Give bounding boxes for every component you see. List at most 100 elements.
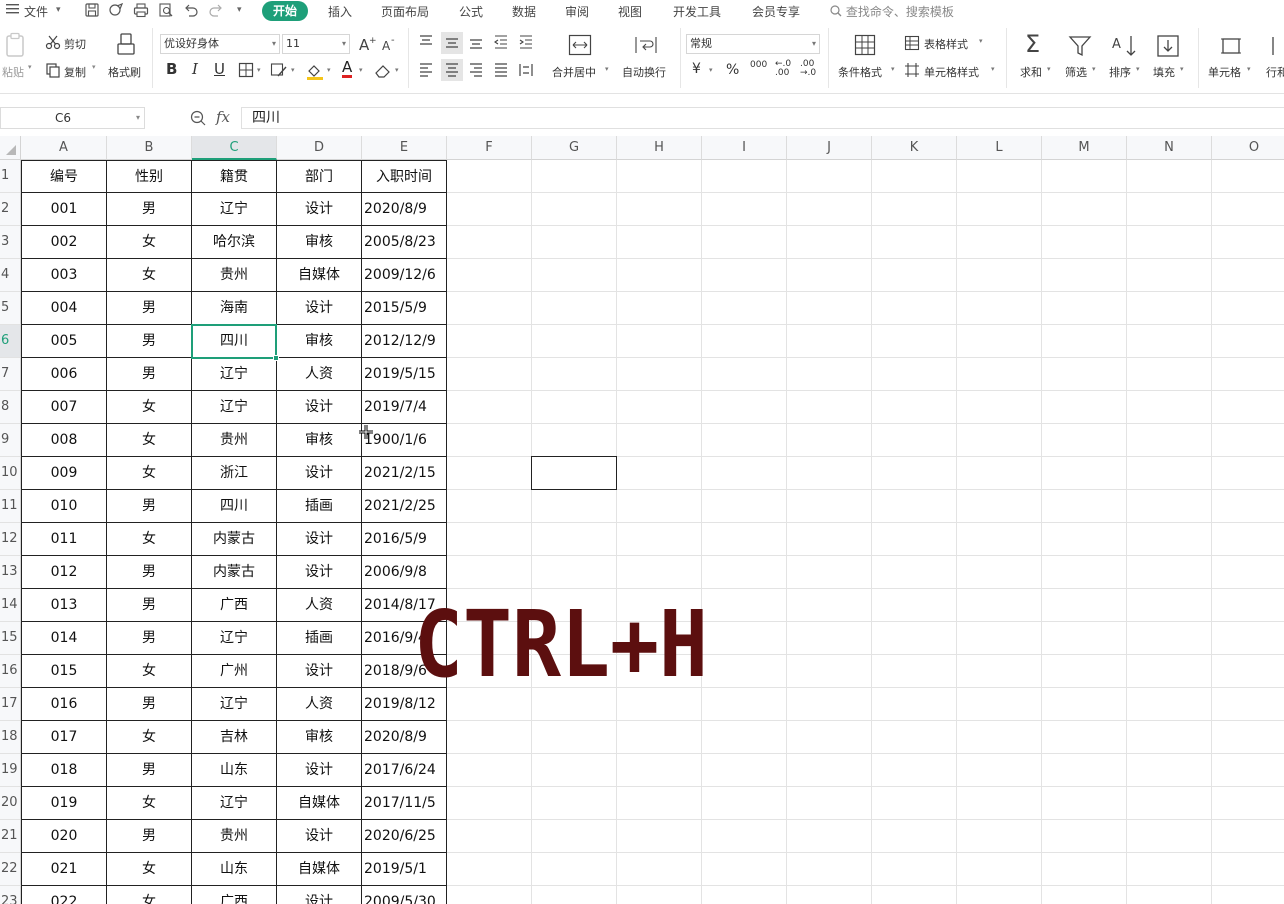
format-painter-button[interactable]: 格式刷 (108, 64, 141, 80)
table-cell[interactable]: 内蒙古 (192, 556, 277, 589)
eraser-icon[interactable] (374, 63, 392, 82)
borders-chevron-icon[interactable]: ▾ (257, 66, 261, 74)
chevron-down-icon[interactable]: ▾ (56, 5, 61, 15)
distributed-align-icon[interactable] (518, 62, 534, 81)
table-cell[interactable]: 2019/8/12 (362, 688, 447, 721)
table-cell[interactable]: 辽宁 (192, 787, 277, 820)
table-cell[interactable]: 2020/8/9 (362, 721, 447, 754)
table-cell[interactable]: 人资 (277, 358, 362, 391)
table-cell[interactable]: 男 (107, 820, 192, 853)
table-cell[interactable]: 1900/1/6 (362, 424, 447, 457)
decrease-indent-icon[interactable] (493, 34, 509, 53)
table-cell[interactable]: 女 (107, 457, 192, 490)
table-cell[interactable]: 插画 (277, 490, 362, 523)
name-box[interactable]: C6 ▾ (0, 107, 145, 129)
underline-button[interactable]: U (214, 60, 225, 78)
decrease-font-icon[interactable]: A- (381, 35, 399, 56)
table-cell[interactable]: 设计 (277, 292, 362, 325)
cell-style-pen-icon[interactable] (270, 62, 288, 81)
print-icon[interactable] (133, 2, 149, 18)
row-header-9[interactable]: 9 (0, 424, 21, 457)
row-header-2[interactable]: 2 (0, 193, 21, 226)
row-header-23[interactable]: 23 (0, 886, 21, 904)
wrap-text-button[interactable]: 自动换行 (622, 64, 666, 80)
table-cell[interactable]: 男 (107, 193, 192, 226)
table-cell[interactable]: 020 (21, 820, 107, 853)
fill-handle[interactable] (273, 355, 279, 361)
table-cell[interactable]: 设计 (277, 457, 362, 490)
table-cell[interactable]: 四川 (192, 490, 277, 523)
table-cell[interactable]: 浙江 (192, 457, 277, 490)
row-header-20[interactable]: 20 (0, 787, 21, 820)
align-center-icon[interactable] (441, 59, 463, 81)
chevron-down-icon[interactable]: ▾ (1092, 65, 1096, 73)
row-header-7[interactable]: 7 (0, 358, 21, 391)
table-style-button[interactable]: 表格样式 (924, 36, 968, 52)
row-header-12[interactable]: 12 (0, 523, 21, 556)
zoom-icon[interactable] (190, 110, 206, 130)
undo-icon[interactable] (183, 2, 199, 18)
tab-formulas[interactable]: 公式 (459, 3, 483, 20)
table-cell[interactable]: 山东 (192, 754, 277, 787)
table-cell[interactable]: 008 (21, 424, 107, 457)
table-cell[interactable]: 设计 (277, 655, 362, 688)
column-header-a[interactable]: A (21, 136, 107, 160)
column-header-i[interactable]: I (702, 136, 787, 160)
table-cell[interactable]: 2020/8/9 (362, 193, 447, 226)
paste-icon[interactable] (4, 32, 28, 61)
tab-developer[interactable]: 开发工具 (673, 3, 721, 20)
table-cell[interactable]: 2017/6/24 (362, 754, 447, 787)
table-cell[interactable]: 四川 (192, 325, 277, 358)
row-header-19[interactable]: 19 (0, 754, 21, 787)
table-cell[interactable]: 2009/12/6 (362, 259, 447, 292)
table-cell[interactable]: 插画 (277, 622, 362, 655)
tab-data[interactable]: 数据 (512, 3, 536, 20)
table-cell[interactable]: 021 (21, 853, 107, 886)
table-cell[interactable]: 010 (21, 490, 107, 523)
table-cell[interactable]: 015 (21, 655, 107, 688)
chevron-down-icon[interactable]: ▾ (605, 65, 609, 73)
increase-font-icon[interactable]: A + (358, 35, 377, 56)
tab-insert[interactable]: 插入 (328, 3, 352, 20)
table-cell[interactable]: 内蒙古 (192, 523, 277, 556)
align-left-icon[interactable] (418, 62, 434, 81)
formula-input[interactable]: 四川 (241, 107, 1284, 129)
italic-button[interactable]: I (192, 60, 198, 78)
table-cell[interactable]: 017 (21, 721, 107, 754)
row-header-22[interactable]: 22 (0, 853, 21, 886)
table-cell[interactable]: 男 (107, 556, 192, 589)
fill-color-icon[interactable] (306, 62, 324, 83)
row-header-16[interactable]: 16 (0, 655, 21, 688)
table-cell[interactable]: 设计 (277, 820, 362, 853)
cell-style-button[interactable]: 单元格样式 (924, 64, 979, 80)
table-cell[interactable]: 2015/5/9 (362, 292, 447, 325)
row-col-button[interactable]: 行和 (1266, 64, 1284, 80)
column-header-f[interactable]: F (447, 136, 532, 160)
table-cell[interactable]: 自媒体 (277, 259, 362, 292)
table-cell[interactable]: 设计 (277, 556, 362, 589)
currency-icon[interactable]: ¥ (692, 61, 701, 77)
table-cell[interactable]: 设计 (277, 886, 362, 904)
table-cell[interactable]: 男 (107, 754, 192, 787)
column-header-k[interactable]: K (872, 136, 957, 160)
table-cell[interactable]: 005 (21, 325, 107, 358)
chevron-down-icon[interactable]: ▾ (327, 66, 331, 74)
align-middle-icon[interactable] (441, 32, 463, 54)
table-cell[interactable]: 审核 (277, 226, 362, 259)
table-cell[interactable]: 022 (21, 886, 107, 904)
row-header-5[interactable]: 5 (0, 292, 21, 325)
column-header-e[interactable]: E (362, 136, 447, 160)
table-cell[interactable]: 男 (107, 622, 192, 655)
paste-chevron-icon[interactable]: ▾ (28, 63, 32, 71)
sort-button[interactable]: 排序 (1109, 64, 1131, 80)
header-cell[interactable]: 籍贯 (192, 160, 277, 193)
table-cell[interactable]: 贵州 (192, 259, 277, 292)
export-icon[interactable] (108, 2, 124, 18)
table-cell[interactable]: 2016/5/9 (362, 523, 447, 556)
chevron-down-icon[interactable]: ▾ (395, 66, 399, 74)
align-top-icon[interactable] (418, 34, 434, 53)
row-header-1[interactable]: 1 (0, 160, 21, 193)
column-header-n[interactable]: N (1127, 136, 1212, 160)
column-header-b[interactable]: B (107, 136, 192, 160)
table-cell[interactable]: 011 (21, 523, 107, 556)
